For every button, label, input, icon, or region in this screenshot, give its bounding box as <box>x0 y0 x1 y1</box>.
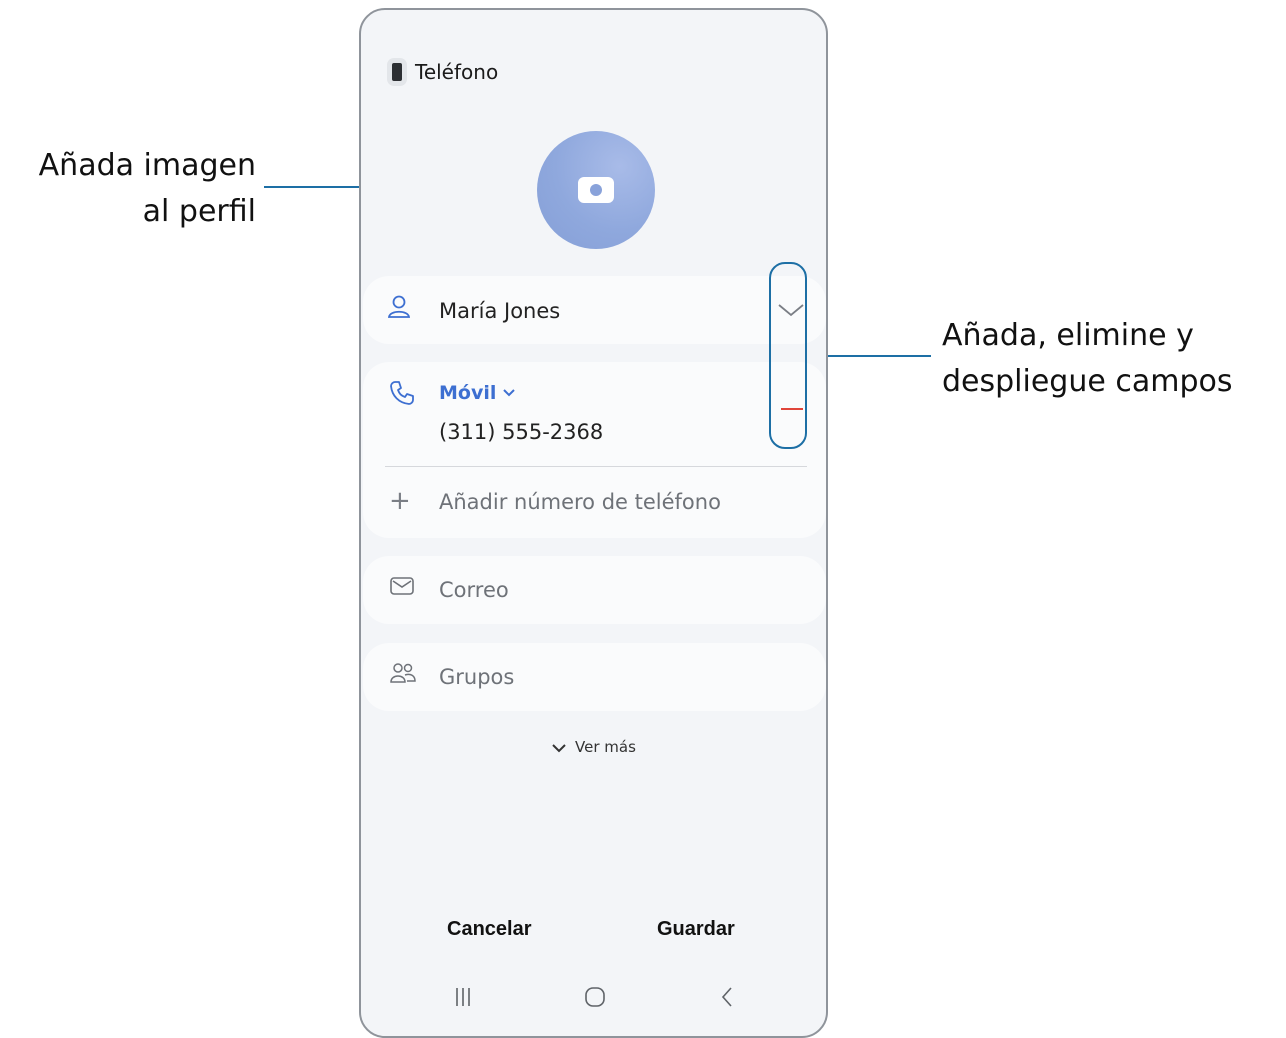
camera-icon <box>578 177 614 203</box>
phone-type-label: Móvil <box>439 382 497 404</box>
name-value[interactable]: María Jones <box>439 299 560 323</box>
callout-profile-image: Añada imagen al perfil <box>0 143 256 235</box>
save-button[interactable]: Guardar <box>657 918 735 941</box>
account-selector[interactable]: Teléfono <box>387 58 498 86</box>
email-field[interactable]: Correo <box>439 578 509 602</box>
callout-fields: Añada, elimine y despliegue campos <box>942 313 1286 405</box>
phone-number-value[interactable]: (311) 555-2368 <box>439 420 603 444</box>
callout-line-2: al perfil <box>142 194 256 229</box>
fields-callout-bracket <box>769 262 807 449</box>
action-bar: Cancelar Guardar <box>361 918 826 948</box>
cancel-button[interactable]: Cancelar <box>447 918 532 941</box>
name-card: María Jones <box>363 276 826 344</box>
email-card: Correo <box>363 556 826 624</box>
view-more-label: Ver más <box>575 738 636 756</box>
chevron-down-icon <box>552 743 566 752</box>
person-icon <box>387 295 411 318</box>
callout-line-1: Añada, elimine y <box>942 318 1194 353</box>
phone-type-dropdown[interactable]: Móvil <box>439 382 516 404</box>
mail-icon <box>390 577 414 595</box>
callout-line-1: Añada imagen <box>38 148 256 183</box>
account-label: Teléfono <box>415 60 499 84</box>
plus-icon: + <box>389 486 411 516</box>
groups-card: Grupos <box>363 643 826 711</box>
call-icon <box>390 381 414 405</box>
add-profile-image-button[interactable] <box>537 131 655 249</box>
callout-line-2: despliegue campos <box>942 364 1233 399</box>
recents-nav-icon[interactable] <box>453 986 473 1008</box>
chevron-down-icon <box>503 389 516 397</box>
field-divider <box>385 466 807 467</box>
home-nav-icon[interactable] <box>584 986 606 1008</box>
back-nav-icon[interactable] <box>719 986 735 1008</box>
groups-icon <box>390 663 416 683</box>
groups-field[interactable]: Grupos <box>439 665 514 689</box>
navigation-bar <box>361 980 826 1016</box>
phone-account-icon <box>387 58 407 86</box>
add-phone-number-field[interactable]: Añadir número de teléfono <box>439 490 721 514</box>
view-more-button[interactable]: Ver más <box>361 738 826 756</box>
phone-card: Móvil (311) 555-2368 + Añadir número de … <box>363 362 826 538</box>
phone-frame: Teléfono María Jones Móvil (311) 555-236… <box>359 8 828 1038</box>
